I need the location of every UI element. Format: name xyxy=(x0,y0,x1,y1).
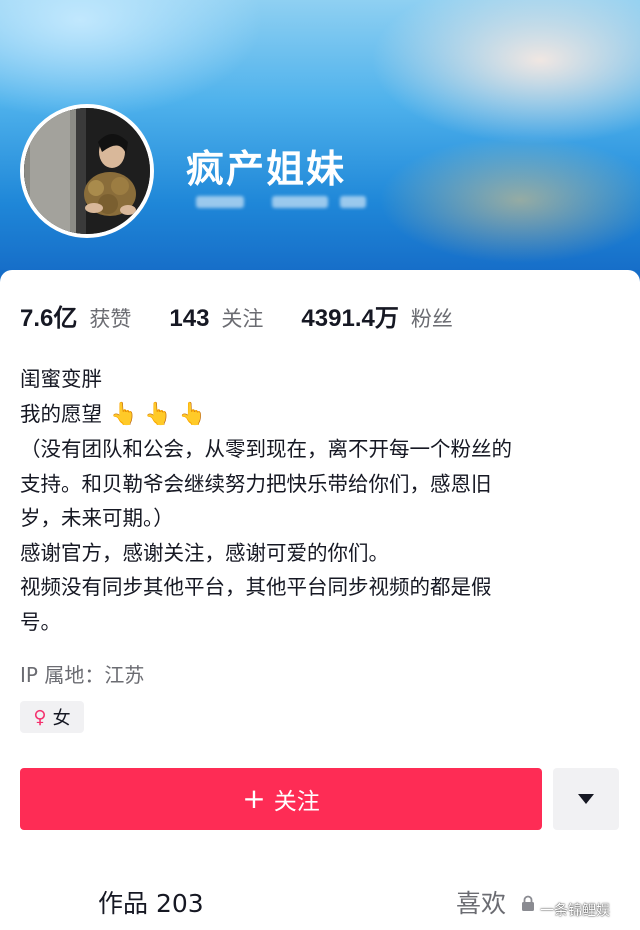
stat-label: 粉丝 xyxy=(410,307,453,331)
dropdown-triangle-icon xyxy=(578,794,594,804)
plus-icon: + xyxy=(242,782,266,815)
bio-text: 我的愿望 xyxy=(20,401,102,426)
bio-line: 感谢官方，感谢关注，感谢可爱的你们。 xyxy=(20,540,389,565)
bio-line: （没有团队和公会，从零到现在，离不开每一个粉丝的 xyxy=(20,437,512,461)
stat-value: 4391.4万 xyxy=(301,305,399,332)
stat-value: 143 xyxy=(169,305,210,332)
bio-line: 支持。和贝勒爷会继续努力把快乐带给你们，感恩旧 xyxy=(20,471,492,496)
female-icon: ♀ xyxy=(33,706,47,728)
profile-stats: 7.6亿 获赞 143 关注 4391.4万 粉丝 xyxy=(20,298,491,338)
gender-label: 女 xyxy=(52,708,71,729)
blurred-account-id xyxy=(196,196,244,208)
stat-value: 7.6亿 xyxy=(20,305,78,332)
profile-bio: 闺蜜变胖 我的愿望 👆 👆 👆 （没有团队和公会，从零到现在，离不开每一个粉丝的 … xyxy=(20,362,630,639)
lock-icon xyxy=(522,895,534,911)
stat-following[interactable]: 143 关注 xyxy=(169,303,263,333)
bio-line: 闺蜜变胖 xyxy=(20,367,102,391)
stat-likes[interactable]: 7.6亿 获赞 xyxy=(20,298,131,333)
stat-label: 获赞 xyxy=(89,307,132,331)
profile-nickname: 疯产姐妹 xyxy=(186,147,347,191)
more-options-button[interactable] xyxy=(553,768,619,830)
pointing-up-emoji-icon: 👆 👆 👆 xyxy=(110,401,207,427)
bio-line: 岁，未来可期。） xyxy=(20,506,174,530)
bio-line: 视频没有同步其他平台，其他平台同步视频的都是假 xyxy=(20,575,492,599)
gender-tag: ♀ 女 xyxy=(20,701,84,733)
follow-label: 关注 xyxy=(273,789,320,815)
avatar-photo xyxy=(24,108,150,234)
avatar[interactable] xyxy=(20,104,154,238)
watermark: 一条锦鲤娱 xyxy=(540,903,610,919)
stat-followers[interactable]: 4391.4万 粉丝 xyxy=(301,298,452,333)
stat-label: 关注 xyxy=(221,307,264,331)
bio-line: 号。 xyxy=(20,609,61,634)
blurred-account-id xyxy=(340,196,366,208)
ip-location: IP 属地：江苏 xyxy=(20,663,145,687)
follow-button[interactable]: + 关注 xyxy=(20,768,542,830)
bio-line: 我的愿望 👆 👆 👆 xyxy=(20,397,630,433)
blurred-account-id xyxy=(272,196,328,208)
tab-works[interactable]: 作品 203 xyxy=(98,884,204,920)
tab-likes[interactable]: 喜欢 xyxy=(456,884,506,920)
